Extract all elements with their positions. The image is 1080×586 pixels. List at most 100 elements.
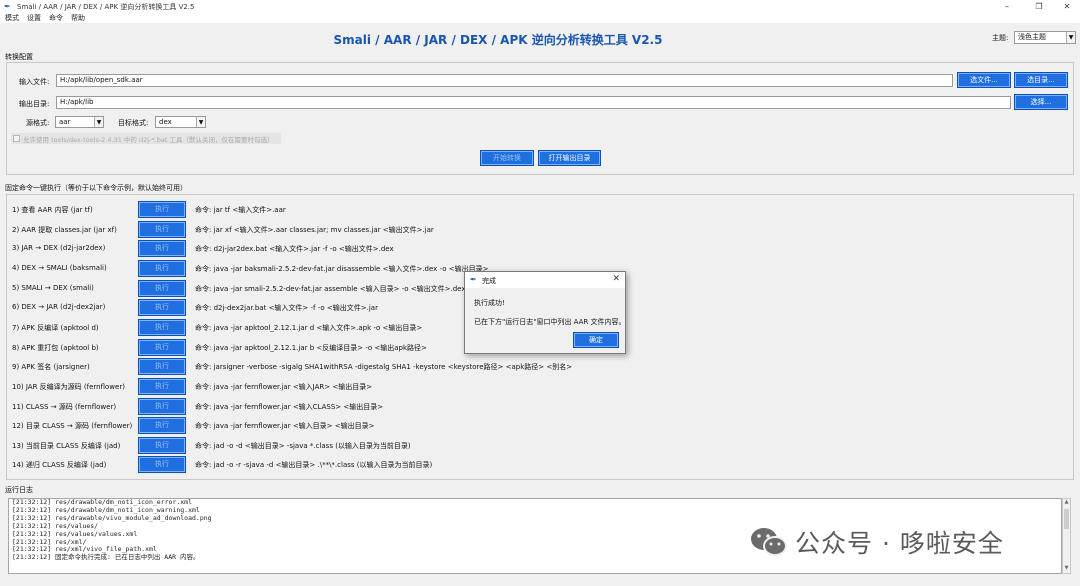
- command-text: 命令: jar xf <输入文件>.aar classes.jar; mv cl…: [195, 225, 434, 234]
- command-row: 10) JAR 反编译为源码 (fernflower) 执行 命令: java -j…: [12, 377, 1062, 397]
- run-command-button[interactable]: 执行: [138, 201, 186, 218]
- command-name: 8) APK 重打包 (apktool b): [12, 343, 99, 352]
- command-name: 7) APK 反编译 (apktool d): [12, 323, 99, 332]
- wechat-icon: [749, 525, 789, 559]
- dialog-message-success: 执行成功!: [474, 299, 505, 307]
- run-command-button[interactable]: 执行: [138, 436, 186, 454]
- theme-select[interactable]: 浅色主题 ▼: [1014, 31, 1076, 44]
- source-format-label: 源格式:: [26, 119, 50, 127]
- watermark: 公众号 · 哆啦安全: [749, 524, 1069, 560]
- command-text: 命令: jad -o -r -sjava -d <输出目录> .\**\*.cl…: [195, 461, 433, 470]
- command-name: 5) SMALI → DEX (smali): [12, 283, 94, 292]
- commands-section-label: 固定命令一键执行（等价于以下命令示例，默认始终可用）: [5, 184, 187, 192]
- scroll-down-icon[interactable]: ▼: [1063, 565, 1070, 573]
- command-text: 命令: java -jar fernflower.jar <输入JAR> <输出…: [195, 382, 373, 391]
- menu-bar: 模式 设置 命令 帮助: [0, 13, 1080, 23]
- command-row: 14) 递归 CLASS 反编译 (jad) 执行 命令: jad -o -r -s…: [12, 456, 1062, 475]
- menu-commands[interactable]: 命令: [49, 13, 63, 23]
- choose-dir-button[interactable]: 选目录...: [1014, 72, 1068, 88]
- source-format-value: aar: [59, 118, 71, 126]
- chevron-down-icon: ▼: [196, 117, 205, 127]
- command-name: 12) 目录 CLASS → 源码 (fernflower): [12, 422, 133, 431]
- target-format-value: dex: [159, 118, 172, 126]
- output-dir-label: 输出目录:: [19, 100, 50, 108]
- run-command-button[interactable]: 执行: [138, 240, 186, 258]
- command-row: 13) 当前目录 CLASS 反编译 (jad) 执行 命令: jad -o -d …: [12, 436, 1062, 456]
- run-command-button[interactable]: 执行: [138, 299, 186, 317]
- command-text: 命令: java -jar baksmali-2.5.2-dev-fat.jar…: [195, 264, 489, 273]
- choose-output-button[interactable]: 选择...: [1014, 94, 1068, 110]
- command-name: 2) AAR 提取 classes.jar (jar xf): [12, 225, 117, 234]
- command-name: 1) 查看 AAR 内容 (jar tf): [12, 206, 93, 214]
- feather-icon: ✒: [470, 275, 477, 284]
- log-section-label: 运行日志: [5, 486, 33, 494]
- window-titlebar: ✒ Smali / AAR / JAR / DEX / APK 逆向分析转换工具…: [0, 0, 1080, 13]
- command-text: 命令: java -jar apktool_2.12.1.jar b <反编译目…: [195, 343, 427, 352]
- open-output-button[interactable]: 打开输出目录: [538, 150, 601, 166]
- run-command-button[interactable]: 执行: [138, 318, 186, 336]
- dex-tools-option[interactable]: 允许使用 tools/dex-tools-2.4.31 中的 d2j-*.bat…: [11, 133, 281, 144]
- chevron-down-icon: ▼: [94, 117, 103, 127]
- command-text: 命令: java -jar apktool_2.12.1.jar d <输入文件…: [195, 323, 423, 332]
- target-format-select[interactable]: dex ▼: [155, 116, 206, 128]
- command-row: 1) 查看 AAR 内容 (jar tf) 执行 命令: jar tf <输入文件>…: [12, 201, 1062, 220]
- restore-icon[interactable]: ❐: [1024, 0, 1054, 13]
- run-command-button[interactable]: 执行: [138, 417, 186, 435]
- window-title: Smali / AAR / JAR / DEX / APK 逆向分析转换工具 V…: [17, 2, 195, 11]
- run-command-button[interactable]: 执行: [138, 377, 186, 395]
- dialog-ok-button[interactable]: 确定: [573, 332, 619, 348]
- theme-value: 浅色主题: [1018, 33, 1046, 41]
- command-row: 2) AAR 提取 classes.jar (jar xf) 执行 命令: jar …: [12, 220, 1062, 240]
- config-section-label: 转换配置: [5, 53, 33, 61]
- feather-icon: ✒: [4, 1, 11, 11]
- minimize-icon[interactable]: –: [992, 0, 1022, 13]
- close-icon[interactable]: ✕: [1052, 0, 1080, 13]
- command-text: 命令: java -jar smali-2.5.2-dev-fat.jar as…: [195, 284, 466, 293]
- run-command-button[interactable]: 执行: [138, 259, 186, 277]
- close-icon[interactable]: ✕: [612, 274, 620, 284]
- option-text: 允许使用 tools/dex-tools-2.4.31 中的 d2j-*.bat…: [23, 135, 274, 144]
- choose-file-button[interactable]: 选文件...: [957, 72, 1011, 88]
- page-title: Smali / AAR / JAR / DEX / APK 逆向分析转换工具 V…: [333, 33, 663, 47]
- dialog-title: 完成: [482, 277, 496, 285]
- source-format-select[interactable]: aar ▼: [55, 116, 104, 128]
- command-name: 13) 当前目录 CLASS 反编译 (jad): [12, 441, 121, 450]
- command-text: 命令: java -jar fernflower.jar <输入CLASS> <…: [195, 402, 384, 411]
- command-text: 命令: jad -o -d <输出目录> -sjava *.class (以输入…: [195, 441, 411, 450]
- run-command-button[interactable]: 执行: [138, 456, 186, 474]
- run-command-button[interactable]: 执行: [138, 220, 186, 238]
- command-name: 14) 递归 CLASS 反编译 (jad): [12, 461, 107, 470]
- command-name: 3) JAR → DEX (d2j-jar2dex): [12, 244, 106, 253]
- run-command-button[interactable]: 执行: [138, 338, 186, 356]
- command-row: 9) APK 签名 (jarsigner) 执行 命令: jarsigner -ve…: [12, 358, 1062, 377]
- input-file-field[interactable]: H:/apk/lib/open_sdk.aar: [56, 74, 953, 87]
- run-command-button[interactable]: 执行: [138, 397, 186, 415]
- log-line: [21:32:12] res/drawable/vivo_module_ad_d…: [12, 513, 212, 522]
- theme-label: 主题:: [992, 34, 1009, 42]
- menu-settings[interactable]: 设置: [27, 13, 41, 23]
- menu-mode[interactable]: 模式: [5, 13, 19, 23]
- command-name: 11) CLASS → 源码 (fernflower): [12, 402, 117, 411]
- dialog-titlebar: ✒ 完成 ✕: [465, 272, 625, 288]
- command-text: 命令: d2j-dex2jar.bat <输入文件> -f -o <输出文件>.…: [195, 304, 378, 313]
- command-name: 10) JAR 反编译为源码 (fernflower): [12, 382, 125, 391]
- command-row: 11) CLASS → 源码 (fernflower) 执行 命令: java -j…: [12, 397, 1062, 417]
- input-file-label: 输入文件:: [19, 78, 50, 86]
- start-convert-button[interactable]: 开始转换: [480, 150, 534, 166]
- command-row: 3) JAR → DEX (d2j-jar2dex) 执行 命令: d2j-jar2…: [12, 240, 1062, 259]
- dialog-message-detail: 已在下方"运行日志"窗口中列出 AAR 文件内容。: [474, 318, 626, 326]
- target-format-label: 目标格式:: [118, 119, 149, 127]
- menu-help[interactable]: 帮助: [71, 13, 85, 23]
- scroll-up-icon[interactable]: ▲: [1063, 499, 1070, 507]
- command-text: 命令: jarsigner -verbose -sigalg SHA1withR…: [195, 363, 573, 372]
- command-text: 命令: jar tf <输入文件>.aar: [195, 206, 286, 214]
- command-name: 6) DEX → JAR (d2j-dex2jar): [12, 303, 106, 312]
- run-command-button[interactable]: 执行: [138, 279, 186, 297]
- completion-dialog: ✒ 完成 ✕ 执行成功! 已在下方"运行日志"窗口中列出 AAR 文件内容。 确…: [464, 271, 626, 354]
- run-command-button[interactable]: 执行: [138, 358, 186, 376]
- command-name: 9) APK 签名 (jarsigner): [12, 363, 90, 372]
- option-checkbox[interactable]: [13, 135, 20, 142]
- output-dir-field[interactable]: H:/apk/lib: [56, 96, 1011, 109]
- command-row: 12) 目录 CLASS → 源码 (fernflower) 执行 命令: java…: [12, 417, 1062, 436]
- command-text: 命令: d2j-jar2dex.bat <输入文件>.jar -f -o <输出…: [195, 245, 394, 254]
